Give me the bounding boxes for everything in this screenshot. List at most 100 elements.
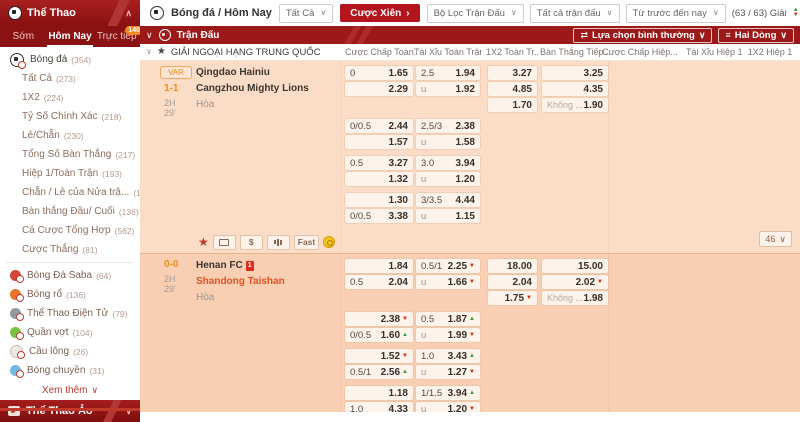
sidebar-bet-type-item[interactable]: Hiệp 1/Toàn Trận(193) bbox=[0, 164, 140, 183]
odds-cell-ah[interactable]: 0.53.27 bbox=[345, 156, 413, 170]
odds-cell-ah[interactable]: 1.57 bbox=[345, 135, 413, 149]
show-more-button[interactable]: Xem thêm ∨ bbox=[0, 380, 140, 400]
odds-cell-ah[interactable]: 1.18 bbox=[345, 386, 413, 400]
odds-cell-ng[interactable]: 3.25 bbox=[542, 66, 608, 80]
odds-cell-x12[interactable]: 18.00 bbox=[488, 259, 537, 273]
breadcrumb: Bóng đá / Hôm Nay bbox=[171, 7, 272, 19]
odds-cell-ah[interactable]: 1.30 bbox=[345, 193, 413, 207]
chevron-down-icon[interactable]: ∨ bbox=[146, 31, 153, 40]
stream-tv-icon[interactable] bbox=[213, 235, 236, 250]
sidebar-bet-type-item[interactable]: Tất Cả(273) bbox=[0, 69, 140, 88]
odds-cell-ah[interactable]: 0.5/12.56▲ bbox=[345, 365, 413, 379]
odds-cell-ou[interactable]: 1/1.53.94▲ bbox=[416, 386, 480, 400]
odds-cell-ou[interactable]: u1.27▼ bbox=[416, 365, 480, 379]
draw-label: Hòa bbox=[196, 98, 214, 112]
all-matches-select[interactable]: Tất cả trận đấu ∨ bbox=[530, 4, 620, 23]
odds-block: 1.181/1.53.94▲1.04.33u1.20▼ bbox=[140, 385, 800, 412]
sidebar-sport-item[interactable]: Bóng rổ(136) bbox=[0, 285, 140, 304]
sidebar-tab[interactable]: Sớm bbox=[0, 26, 47, 47]
home-team-name: Qingdao Hainiu bbox=[196, 66, 270, 80]
time-range-select[interactable]: Từ trước đến nay ∨ bbox=[626, 4, 726, 23]
market-mode-select[interactable]: ⇄ Lựa chọn bình thường ∨ bbox=[573, 28, 712, 43]
odds-cell-ng[interactable]: 15.00 bbox=[542, 259, 608, 273]
odds-cell-ou[interactable]: 0.5/12.25▼ bbox=[416, 259, 480, 273]
cashout-dollar-icon[interactable]: $ bbox=[240, 235, 263, 250]
odds-cell-ah[interactable]: 2.38▼ bbox=[345, 312, 413, 326]
tennis-icon bbox=[10, 327, 21, 338]
sidebar-item-football[interactable]: Bóng đá (354) bbox=[0, 50, 140, 69]
sidebar-sport-item[interactable]: Bóng chuyền(31) bbox=[0, 361, 140, 380]
sidebar-tab[interactable]: Hôm Nay bbox=[47, 26, 94, 47]
odds-cell-ah[interactable]: 0/0.52.44 bbox=[345, 119, 413, 133]
sidebar-bet-type-item[interactable]: Chẵn / Lẻ của Nửa trậ...(180) bbox=[0, 183, 140, 202]
odds-cell-ng[interactable]: 2.02▼ bbox=[542, 275, 608, 289]
odds-cell-ou[interactable]: u1.20 bbox=[416, 172, 480, 186]
odds-cell-x12[interactable]: 1.75▼ bbox=[488, 291, 537, 305]
odds-cell-ou[interactable]: 0.51.87▲ bbox=[416, 312, 480, 326]
league-count: (63 / 63) Giải bbox=[732, 8, 787, 19]
sidebar-header[interactable]: Thể Thao ∧ bbox=[0, 0, 140, 26]
odds-cell-ah[interactable]: 1.84 bbox=[345, 259, 413, 273]
odds-cell-ah[interactable]: 0/0.51.60▲ bbox=[345, 328, 413, 342]
sidebar-bet-type-item[interactable]: Lẻ/Chẵn(230) bbox=[0, 126, 140, 145]
odds-cell-x12[interactable]: 3.27 bbox=[488, 66, 537, 80]
match-filter-select[interactable]: Bộ Lọc Trận Đấu ∨ bbox=[427, 4, 524, 23]
odds-cell-ou[interactable]: u1.66▼ bbox=[416, 275, 480, 289]
odds-cell-x12[interactable]: 2.04 bbox=[488, 275, 537, 289]
league-filter-select[interactable]: Tất Cả ∨ bbox=[279, 4, 333, 23]
chevron-down-icon[interactable]: ∨ bbox=[146, 48, 152, 56]
sidebar-bet-type-item[interactable]: Bàn thắng Đầu/ Cuối(136) bbox=[0, 202, 140, 221]
odds-cell-ah[interactable]: 0/0.53.38 bbox=[345, 209, 413, 223]
odds-value: 1.30 bbox=[389, 195, 408, 206]
odds-cell-ou[interactable]: u1.15 bbox=[416, 209, 480, 223]
line-view-select[interactable]: ≡ Hai Dòng ∨ bbox=[718, 28, 794, 43]
odds-trend-up-icon: ▲ bbox=[402, 332, 408, 338]
odds-cell-ou[interactable]: 3/3.54.44 bbox=[416, 193, 480, 207]
sidebar-bet-type-item[interactable]: Cá Cược Tổng Hợp(562) bbox=[0, 221, 140, 240]
more-markets-select[interactable]: 46∨ bbox=[759, 231, 792, 247]
sidebar-bet-type-item[interactable]: Cược Thắng(81) bbox=[0, 240, 140, 259]
odds-cell-ng[interactable]: Không ...1.90 bbox=[542, 98, 608, 112]
odds-cell-ah[interactable]: 0.52.04 bbox=[345, 275, 413, 289]
odds-value: 2.38 bbox=[381, 314, 400, 325]
favorite-star-icon[interactable]: ★ bbox=[157, 47, 166, 57]
odds-cell-ng[interactable]: 4.35 bbox=[542, 82, 608, 96]
chevron-down-icon: ∨ bbox=[511, 9, 517, 17]
sidebar-tab[interactable]: Trực tiếp140 bbox=[93, 26, 140, 47]
odds-cell-x12[interactable]: 4.85 bbox=[488, 82, 537, 96]
selected-value: Tất Cả bbox=[286, 8, 315, 19]
sidebar-bet-type-item[interactable]: Tổng Số Bàn Thắng(217) bbox=[0, 145, 140, 164]
sidebar-bet-type-item[interactable]: 1X2(224) bbox=[0, 88, 140, 107]
odds-cell-ou[interactable]: u1.99▼ bbox=[416, 328, 480, 342]
sidebar-sport-item[interactable]: Thể Thao Điện Tử(79) bbox=[0, 304, 140, 323]
sort-icon[interactable]: ▲▼ ⋮ bbox=[793, 8, 800, 19]
sidebar-bet-type-item[interactable]: Tỷ Số Chính Xác(218) bbox=[0, 107, 140, 126]
odds-cell-ng[interactable]: Không ...1.98 bbox=[542, 291, 608, 305]
favorite-star-icon[interactable]: ★ bbox=[198, 236, 209, 248]
league-header[interactable]: ∨ ★ GIẢI NGOẠI HẠNG TRUNG QUỐC Cược Chấp… bbox=[140, 44, 800, 61]
odds-cell-ou[interactable]: 2.5/32.38 bbox=[416, 119, 480, 133]
odds-value: 2.38 bbox=[456, 121, 475, 132]
odds-value: 4.35 bbox=[584, 84, 603, 95]
odds-cell-ou[interactable]: u1.58 bbox=[416, 135, 480, 149]
odds-cell-ah[interactable]: 1.32 bbox=[345, 172, 413, 186]
odds-cell-ou[interactable]: u1.92 bbox=[416, 82, 480, 96]
sidebar-sport-item[interactable]: Bóng Đá Saba(64) bbox=[0, 266, 140, 285]
sidebar-sport-item[interactable]: Cầu lông(26) bbox=[0, 342, 140, 361]
fast-market-button[interactable]: Fast bbox=[294, 235, 319, 250]
statistics-icon[interactable] bbox=[267, 235, 290, 250]
odds-blocks: Qingdao Hainiu01.652.51.943.273.25Cangzh… bbox=[140, 61, 800, 224]
odds-cell-ou[interactable]: 3.03.94 bbox=[416, 156, 480, 170]
selected-value: Hai Dòng bbox=[735, 30, 777, 41]
odds-cell-ah[interactable]: 2.29 bbox=[345, 82, 413, 96]
odds-cell-ah[interactable]: 01.65 bbox=[345, 66, 413, 80]
sidebar-sport-item[interactable]: Quần vợt(104) bbox=[0, 323, 140, 342]
arrow-right-icon: › bbox=[406, 8, 409, 19]
virtual-sports-banner[interactable]: Thể Thao Ảo ∨ bbox=[0, 400, 140, 422]
odds-cell-ah[interactable]: 1.52▼ bbox=[345, 349, 413, 363]
odds-cell-ou[interactable]: 2.51.94 bbox=[416, 66, 480, 80]
coin-icon[interactable] bbox=[323, 236, 335, 248]
parlay-button[interactable]: Cược Xiên › bbox=[340, 4, 419, 22]
odds-cell-ou[interactable]: 1.03.43▲ bbox=[416, 349, 480, 363]
odds-cell-x12[interactable]: 1.70 bbox=[488, 98, 537, 112]
